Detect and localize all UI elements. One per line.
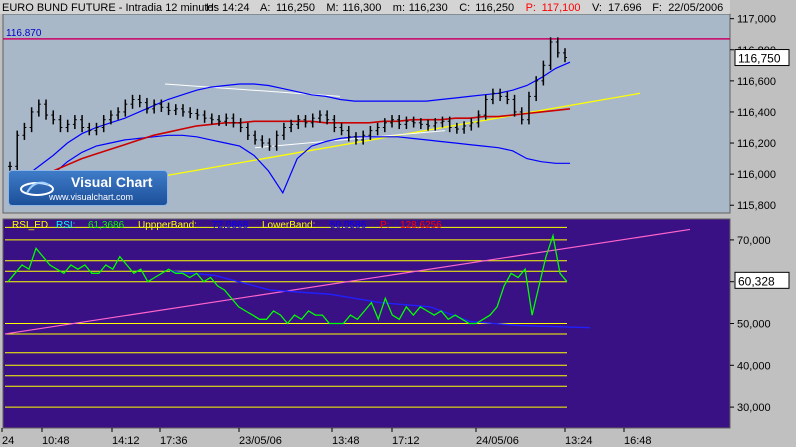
- x-axis-label: 24: [2, 435, 14, 447]
- price-axis-label: 116,000: [737, 169, 776, 181]
- logo-title: Visual Chart: [71, 174, 153, 190]
- rsi-header-item: 128,6256: [400, 220, 442, 231]
- header-field-value: 116,250: [475, 2, 514, 14]
- rsi-last-value: 60,328: [738, 274, 775, 288]
- rsi-axis-label: 70,000: [737, 235, 771, 247]
- x-axis-label: 23/05/06: [239, 435, 282, 447]
- x-axis-label: 13:24: [565, 435, 593, 447]
- x-axis-label: 13:48: [332, 435, 360, 447]
- header-field-key: M:: [326, 2, 338, 14]
- header-field-key: C:: [459, 2, 470, 14]
- price-axis-label: 116,400: [737, 107, 776, 119]
- instrument-title: EURO BUND FUTURE - Intradia 12 minutos: [2, 2, 219, 14]
- x-axis-label: 17:12: [392, 435, 420, 447]
- header-field-key: V:: [592, 2, 602, 14]
- price-axis-label: 115,800: [737, 200, 776, 212]
- header-field-key: P:: [526, 2, 536, 14]
- x-axis-label: 10:48: [42, 435, 70, 447]
- x-axis-label: 16:48: [624, 435, 652, 447]
- visual-chart-logo: Visual Chart www.visualchart.com: [8, 170, 168, 206]
- header-field-key: F:: [652, 2, 662, 14]
- rsi-header-item: 72,0868: [212, 220, 249, 231]
- rsi-header-item: P:: [380, 220, 389, 231]
- header-field-value: 14:24: [222, 2, 250, 14]
- header-field-value: 116,250: [276, 2, 315, 14]
- chart-canvas: 117,000116,800116,600116,400116,200116,0…: [0, 0, 796, 447]
- header-field-key: A:: [260, 2, 270, 14]
- header-field-key: m:: [393, 2, 405, 14]
- rsi-header-item: LowerBand:: [262, 220, 315, 231]
- rsi-axis-label: 40,000: [737, 360, 771, 372]
- x-axis-label: 24/05/06: [476, 435, 519, 447]
- x-axis-label: 17:36: [160, 435, 188, 447]
- price-axis-label: 117,000: [737, 14, 776, 26]
- x-axis-label: 14:12: [112, 435, 140, 447]
- rsi-header-item: UppperBand:: [138, 220, 197, 231]
- rsi-header-item: RSI_ED: [12, 220, 48, 231]
- header-field-value: 116,300: [342, 2, 381, 14]
- price-axis-label: 116,200: [737, 138, 776, 150]
- header-field-value: 117,100: [542, 2, 581, 14]
- header-field-key: H:: [206, 2, 217, 14]
- price-axis-label: 116,600: [737, 76, 776, 88]
- logo-url: www.visualchart.com: [49, 192, 134, 202]
- header-field-value: 22/05/2006: [668, 2, 723, 14]
- rsi-axis-label: 50,000: [737, 319, 771, 331]
- last-price-value: 116,750: [738, 52, 781, 66]
- rsi-header-item: 50,0586: [330, 220, 367, 231]
- rsi-axis-label: 30,000: [737, 402, 771, 414]
- header-field-value: 17.696: [608, 2, 642, 14]
- rsi-header-item: RSI:: [56, 220, 75, 231]
- resistance-label: 116.870: [6, 28, 42, 39]
- header-field-value: 116,230: [409, 2, 448, 14]
- rsi-header-item: 61,3686: [88, 220, 125, 231]
